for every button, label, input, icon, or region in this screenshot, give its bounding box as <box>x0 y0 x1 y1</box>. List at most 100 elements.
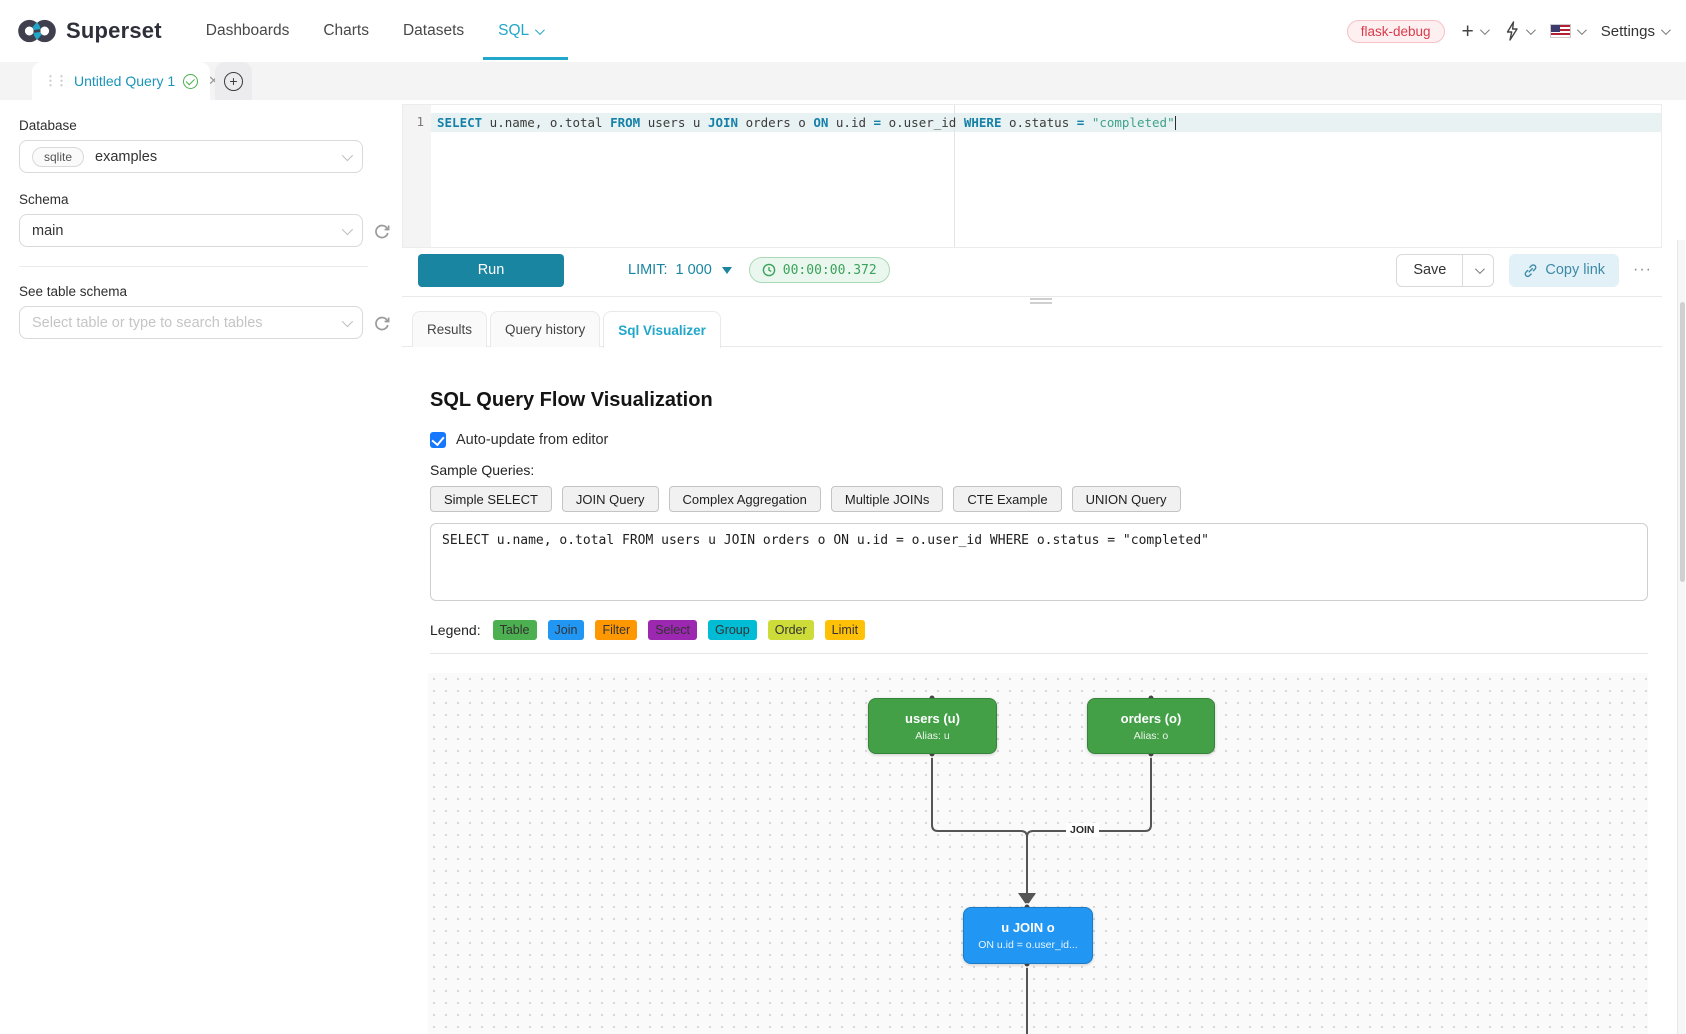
settings-label: Settings <box>1601 23 1655 40</box>
sql-lab-sidebar: Database sqlite examples Schema main See… <box>0 100 402 1034</box>
nav-sql[interactable]: SQL <box>498 0 542 62</box>
nav-charts[interactable]: Charts <box>323 0 369 62</box>
legend-row: Legend: Table Join Filter Select Group O… <box>430 620 1648 640</box>
pane-splitter <box>402 296 1662 297</box>
table-schema-label: See table schema <box>19 284 402 299</box>
sample-cte-example-button[interactable]: CTE Example <box>953 486 1061 512</box>
refresh-tables-icon[interactable] <box>372 313 392 333</box>
legend-badge-table: Table <box>493 620 537 640</box>
legend-badge-limit: Limit <box>825 620 865 640</box>
node-subtitle: Alias: u <box>915 730 949 742</box>
tab-query-history[interactable]: Query history <box>490 311 600 347</box>
more-options-button[interactable]: ··· <box>1633 261 1652 279</box>
nav-right-cluster: flask-debug + Settings <box>1347 20 1668 43</box>
saved-check-icon <box>183 74 198 89</box>
nav-datasets[interactable]: Datasets <box>403 0 464 62</box>
chevron-down-icon <box>1577 25 1587 35</box>
results-tabbar: Results Query history Sql Visualizer <box>402 311 1662 347</box>
chevron-down-icon <box>342 315 353 326</box>
auto-update-label: Auto-update from editor <box>456 432 608 448</box>
sample-join-query-button[interactable]: JOIN Query <box>562 486 659 512</box>
sample-query-buttons: Simple SELECT JOIN Query Complex Aggrega… <box>430 486 1648 512</box>
tab-results[interactable]: Results <box>412 311 487 347</box>
environment-badge: flask-debug <box>1347 20 1445 43</box>
copy-link-button[interactable]: Copy link <box>1509 254 1619 287</box>
sample-simple-select-button[interactable]: Simple SELECT <box>430 486 552 512</box>
flow-node-orders[interactable]: orders (o) Alias: o <box>1087 698 1215 754</box>
clock-icon <box>762 263 776 277</box>
flow-canvas[interactable]: users (u) Alias: u orders (o) Alias: o u… <box>428 673 1648 1034</box>
add-icon: + <box>224 72 243 91</box>
link-icon <box>1523 263 1538 278</box>
sql-editor-pane: 1 SELECT u.name, o.total FROM users u JO… <box>402 100 1662 1034</box>
query-tabstrip: ⋮⋮ Untitled Query 1 ✕ + <box>0 62 1686 100</box>
auto-update-checkbox-row[interactable]: Auto-update from editor <box>430 432 1648 448</box>
query-timer: 00:00:00.372 <box>749 257 890 283</box>
chevron-down-icon <box>342 223 353 234</box>
top-navbar: Superset Dashboards Charts Datasets SQL … <box>0 0 1686 62</box>
query-tab[interactable]: ⋮⋮ Untitled Query 1 ✕ <box>32 62 210 100</box>
sample-multiple-joins-button[interactable]: Multiple JOINs <box>831 486 944 512</box>
nav-sql-label: SQL <box>498 22 529 40</box>
scrollbar-thumb[interactable] <box>1680 302 1685 582</box>
query-tab-label: Untitled Query 1 <box>74 73 175 89</box>
limit-value: 1 000 <box>675 262 711 278</box>
sql-code-editor[interactable]: 1 SELECT u.name, o.total FROM users u JO… <box>402 104 1662 248</box>
legend-badge-group: Group <box>708 620 757 640</box>
legend-badge-filter: Filter <box>595 620 637 640</box>
superset-infinity-icon <box>16 11 58 51</box>
superset-logo[interactable]: Superset <box>16 11 162 51</box>
caret-down-icon <box>722 267 732 274</box>
main-nav: Dashboards Charts Datasets SQL <box>206 0 542 62</box>
legend-label: Legend: <box>430 622 481 638</box>
limit-dropdown[interactable]: LIMIT: 1 000 <box>628 262 732 278</box>
timer-value: 00:00:00.372 <box>783 263 877 278</box>
splitter-drag-handle[interactable] <box>1030 298 1052 306</box>
lightning-bolt-icon <box>1504 21 1520 41</box>
chevron-down-icon <box>1661 25 1671 35</box>
legend-badge-join: Join <box>548 620 585 640</box>
node-subtitle: Alias: o <box>1134 730 1168 742</box>
save-button[interactable]: Save <box>1396 254 1463 287</box>
node-title: orders (o) <box>1121 711 1182 726</box>
query-search-button[interactable] <box>1504 21 1533 41</box>
language-picker[interactable] <box>1550 24 1584 38</box>
copy-link-label: Copy link <box>1545 262 1605 278</box>
join-edge-label: JOIN <box>1066 823 1099 837</box>
schema-select[interactable]: main <box>19 214 363 247</box>
schema-value: main <box>32 223 342 239</box>
flow-node-users[interactable]: users (u) Alias: u <box>868 698 997 754</box>
chevron-down-icon <box>1526 25 1536 35</box>
limit-label: LIMIT: <box>628 262 667 278</box>
save-options-button[interactable] <box>1463 254 1494 287</box>
database-select[interactable]: sqlite examples <box>19 140 363 173</box>
sidebar-divider <box>19 266 368 267</box>
editor-gutter: 1 <box>403 105 431 247</box>
legend-badge-order: Order <box>768 620 814 640</box>
database-engine-pill: sqlite <box>32 147 84 167</box>
nav-dashboards[interactable]: Dashboards <box>206 0 290 62</box>
add-tab-button[interactable]: + <box>215 62 252 100</box>
visualizer-query-input[interactable]: SELECT u.name, o.total FROM users u JOIN… <box>430 523 1648 601</box>
flow-edges <box>428 673 1648 1034</box>
checkbox-checked-icon[interactable] <box>430 432 446 448</box>
drag-handle-icon[interactable]: ⋮⋮ <box>44 73 66 89</box>
plus-icon: + <box>1462 21 1474 42</box>
node-title: users (u) <box>905 711 960 726</box>
run-button[interactable]: Run <box>418 254 564 287</box>
new-item-button[interactable]: + <box>1462 21 1487 42</box>
table-select[interactable]: Select table or type to search tables <box>19 306 363 339</box>
toolbar-right: Save Copy link ··· <box>1396 254 1652 287</box>
tab-sql-visualizer[interactable]: Sql Visualizer <box>603 311 721 348</box>
refresh-schema-icon[interactable] <box>372 221 392 241</box>
settings-menu[interactable]: Settings <box>1601 23 1668 40</box>
flow-node-join[interactable]: u JOIN o ON u.id = o.user_id... <box>963 907 1093 964</box>
database-label: Database <box>19 118 402 133</box>
node-title: u JOIN o <box>1001 920 1054 935</box>
brand-name: Superset <box>66 18 162 44</box>
sample-queries-label: Sample Queries: <box>430 462 1648 478</box>
sample-complex-aggregation-button[interactable]: Complex Aggregation <box>669 486 821 512</box>
database-name: examples <box>95 149 342 165</box>
sample-union-query-button[interactable]: UNION Query <box>1072 486 1181 512</box>
text-cursor <box>1175 116 1177 130</box>
